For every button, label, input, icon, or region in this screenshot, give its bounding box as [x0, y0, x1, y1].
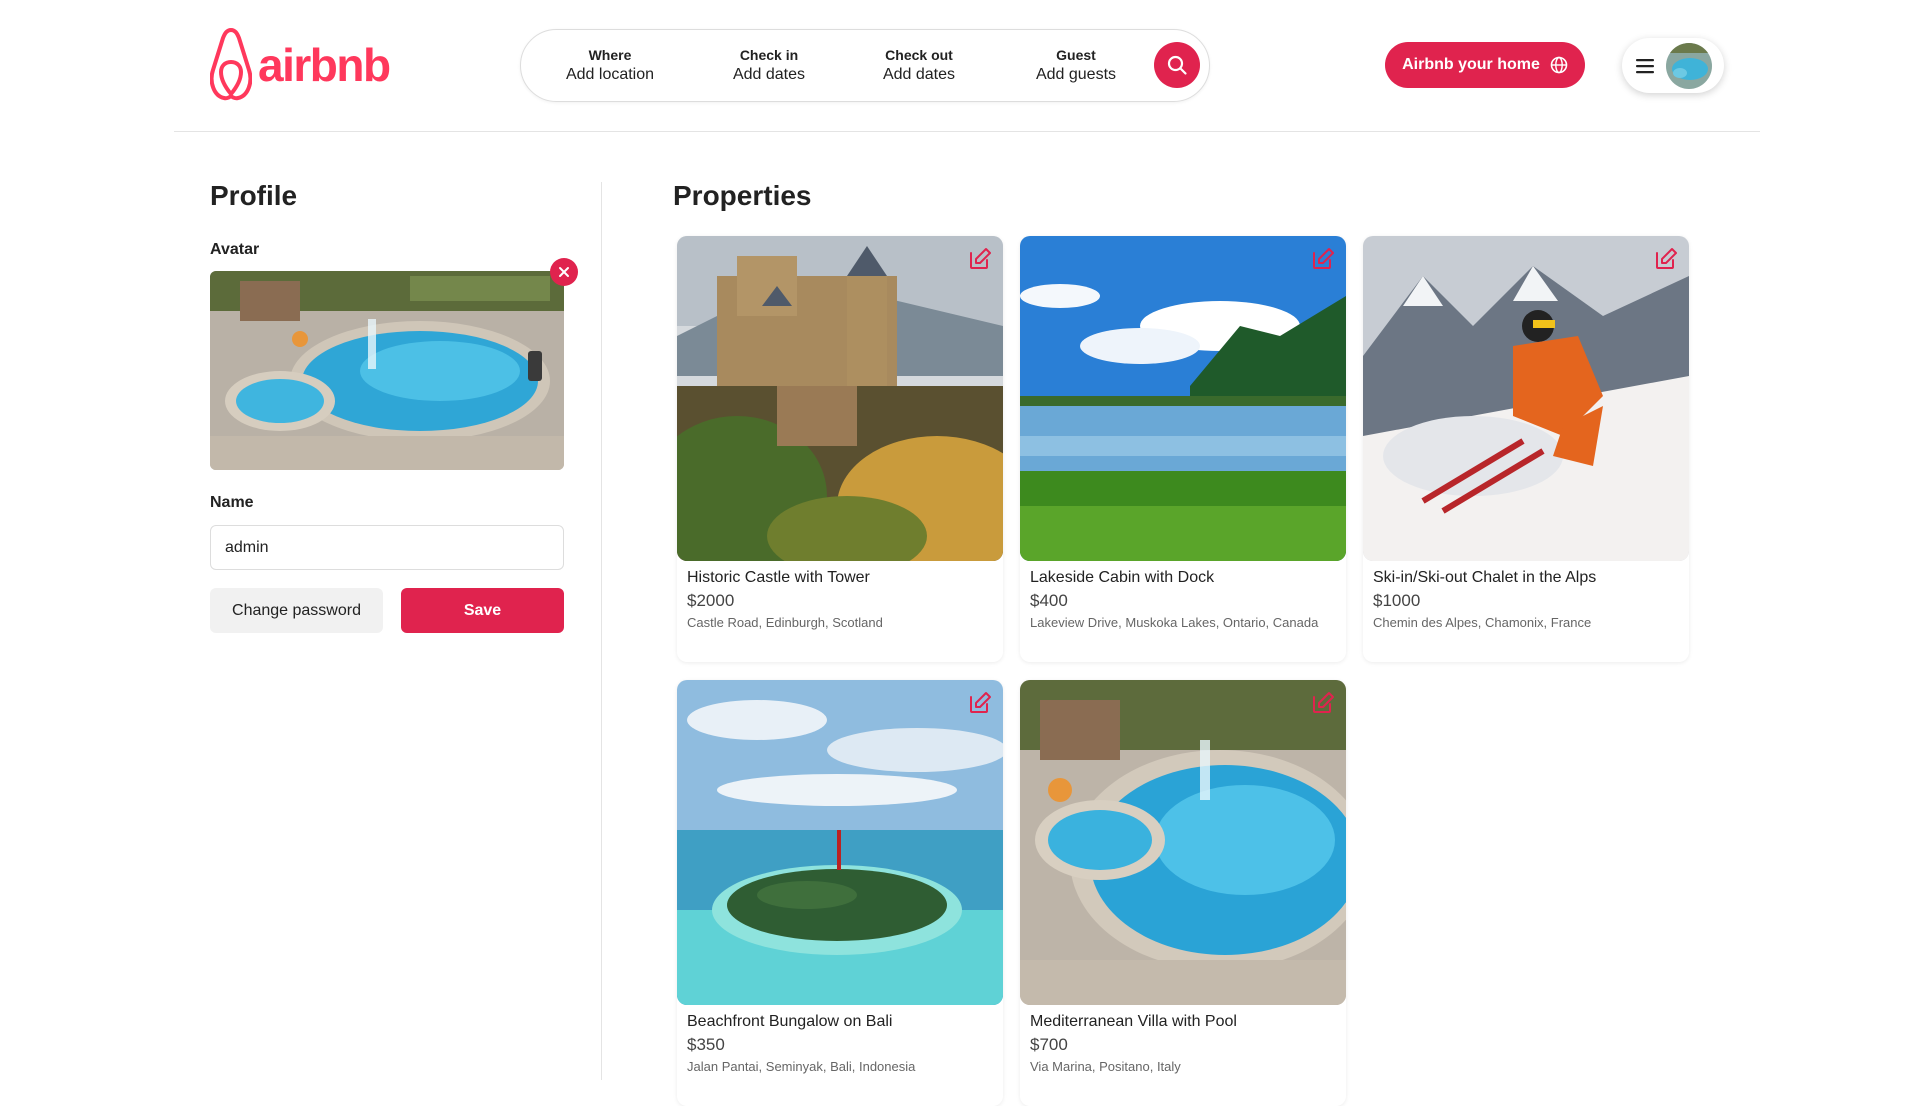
edit-icon[interactable]: [1310, 246, 1336, 272]
property-card[interactable]: Mediterranean Villa with Pool $700 Via M…: [1020, 680, 1346, 1106]
property-image: [677, 680, 1003, 1005]
airbnb-logo-icon: [210, 28, 252, 101]
property-price: $350: [687, 1035, 725, 1054]
property-image: [1020, 680, 1346, 1005]
edit-icon[interactable]: [967, 690, 993, 716]
airbnb-logo[interactable]: airbnb: [210, 26, 391, 104]
avatar-label: Avatar: [210, 241, 260, 258]
remove-avatar-button[interactable]: [550, 258, 578, 286]
search-button[interactable]: [1154, 42, 1200, 88]
property-title: Historic Castle with Tower: [687, 569, 870, 586]
name-input[interactable]: [210, 525, 564, 570]
search-bar[interactable]: Where Add location Check in Add dates Ch…: [520, 29, 1210, 102]
avatar: [1666, 42, 1712, 89]
where-value: Add location: [565, 66, 655, 83]
edit-icon[interactable]: [1653, 246, 1679, 272]
profile-title: Profile: [210, 180, 298, 211]
user-menu-button[interactable]: [1622, 38, 1724, 93]
name-label: Name: [210, 494, 254, 511]
property-title: Ski-in/Ski-out Chalet in the Alps: [1373, 569, 1597, 586]
save-button[interactable]: Save: [401, 588, 564, 633]
property-price: $400: [1030, 591, 1068, 610]
search-where[interactable]: Where Add location: [545, 46, 675, 86]
avatar-image: [210, 271, 564, 470]
property-price: $700: [1030, 1035, 1068, 1054]
globe-icon: [1550, 56, 1568, 74]
guest-value: Add guests: [1035, 66, 1117, 83]
property-address: Via Marina, Positano, Italy: [1030, 1059, 1181, 1074]
guest-label: Guest: [1056, 47, 1096, 63]
property-price: $2000: [687, 591, 735, 610]
property-address: Chemin des Alpes, Chamonix, France: [1373, 615, 1592, 630]
property-title: Lakeside Cabin with Dock: [1030, 569, 1215, 586]
property-card[interactable]: Lakeside Cabin with Dock $400 Lakeview D…: [1020, 236, 1346, 662]
edit-icon[interactable]: [967, 246, 993, 272]
menu-icon: [1636, 58, 1654, 73]
property-card[interactable]: Beachfront Bungalow on Bali $350 Jalan P…: [677, 680, 1003, 1106]
property-title: Beachfront Bungalow on Bali: [687, 1013, 893, 1030]
checkout-label: Check out: [885, 47, 953, 63]
property-card[interactable]: Historic Castle with Tower $2000 Castle …: [677, 236, 1003, 662]
top-navigation: airbnb Where Add location Check in Add d…: [174, 0, 1760, 132]
properties-title: Properties: [673, 180, 812, 211]
search-guests[interactable]: Guest Add guests: [1011, 46, 1141, 86]
checkout-value: Add dates: [882, 66, 956, 83]
host-button-label: Airbnb your home: [1402, 56, 1540, 73]
search-checkin[interactable]: Check in Add dates: [709, 46, 829, 86]
property-price: $1000: [1373, 591, 1421, 610]
property-address: Lakeview Drive, Muskoka Lakes, Ontario, …: [1030, 615, 1319, 630]
airbnb-your-home-button[interactable]: Airbnb your home: [1385, 42, 1585, 88]
where-label: Where: [588, 47, 632, 63]
property-image: [677, 236, 1003, 561]
edit-icon[interactable]: [1310, 690, 1336, 716]
logo-text: airbnb: [258, 39, 391, 91]
search-checkout[interactable]: Check out Add dates: [859, 46, 979, 86]
property-image: [1363, 236, 1689, 561]
checkin-value: Add dates: [732, 66, 806, 83]
property-card[interactable]: Ski-in/Ski-out Chalet in the Alps $1000 …: [1363, 236, 1689, 662]
property-title: Mediterranean Villa with Pool: [1030, 1013, 1237, 1030]
checkin-label: Check in: [739, 47, 799, 63]
property-address: Jalan Pantai, Seminyak, Bali, Indonesia: [687, 1059, 916, 1074]
section-divider: [601, 182, 602, 1080]
change-password-button[interactable]: Change password: [210, 588, 383, 633]
property-image: [1020, 236, 1346, 561]
property-address: Castle Road, Edinburgh, Scotland: [687, 615, 883, 630]
close-icon: [559, 267, 569, 277]
search-icon: [1167, 55, 1187, 75]
